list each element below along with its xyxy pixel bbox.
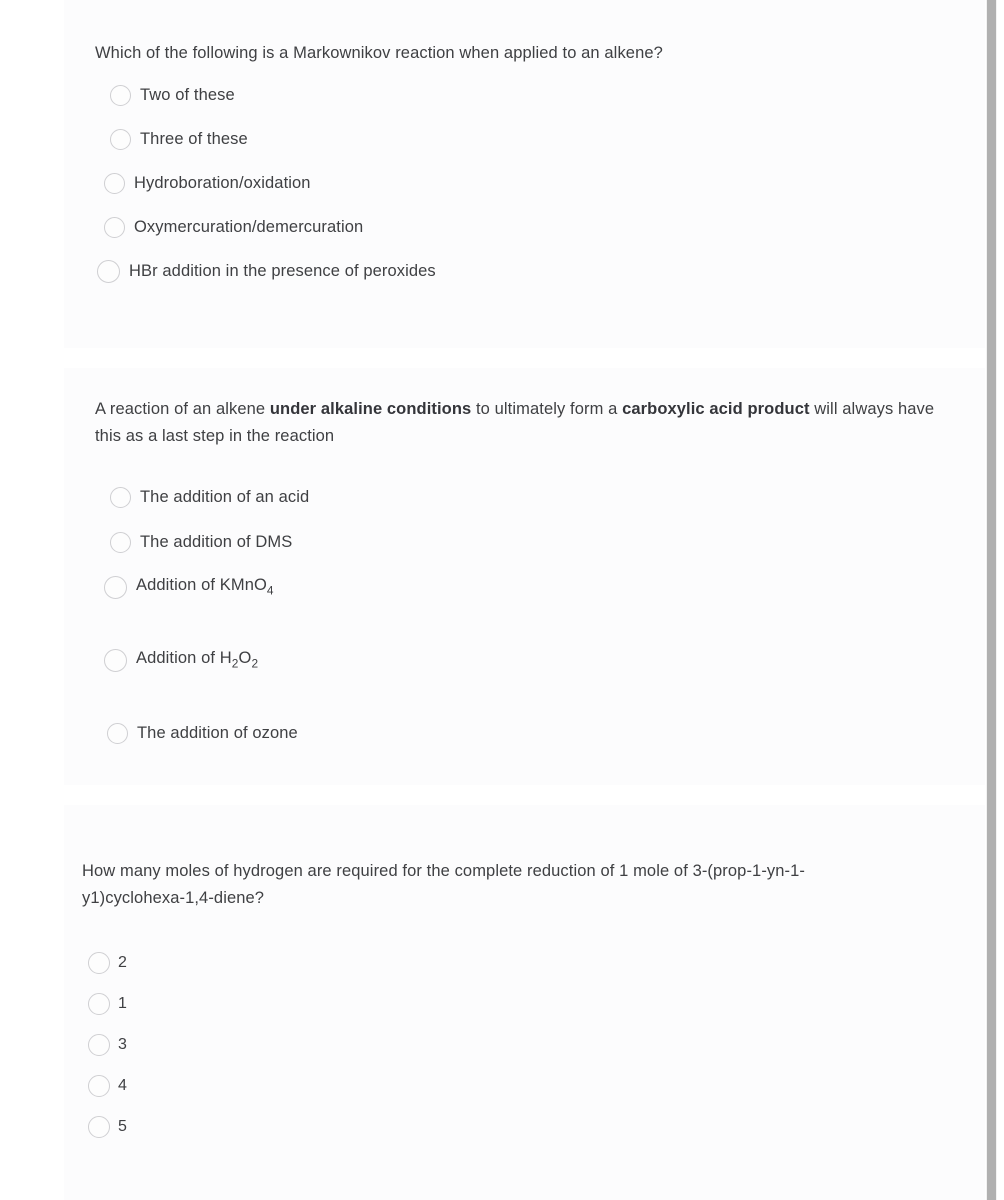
option-label: Hydroboration/oxidation xyxy=(134,173,311,192)
question-3-prompt: How many moles of hydrogen are required … xyxy=(82,862,806,907)
option-label: HBr addition in the presence of peroxide… xyxy=(129,261,436,280)
radio-button-icon[interactable] xyxy=(88,1116,110,1138)
option-label: The addition of an acid xyxy=(140,487,310,506)
option-row[interactable]: 1 xyxy=(88,991,902,1017)
option-row[interactable]: Three of these xyxy=(110,125,895,153)
radio-button-icon[interactable] xyxy=(88,952,110,974)
option-row[interactable]: Two of these xyxy=(110,81,895,109)
option-label: The addition of ozone xyxy=(137,723,298,742)
question-2-prompt: A reaction of an alkene under alkaline c… xyxy=(95,400,935,445)
radio-button-icon[interactable] xyxy=(107,722,128,744)
radio-button-icon[interactable] xyxy=(88,1034,110,1056)
question-1: Which of the following is a Markownikov … xyxy=(95,40,895,301)
option-row[interactable]: The addition of ozone xyxy=(107,718,940,748)
question-2-options: The addition of an acid The addition of … xyxy=(95,482,940,748)
option-label: Two of these xyxy=(140,85,235,104)
radio-button-icon[interactable] xyxy=(104,575,127,599)
option-row[interactable]: HBr addition in the presence of peroxide… xyxy=(97,257,895,285)
option-label: 5 xyxy=(118,1118,127,1135)
option-label: 3 xyxy=(118,1036,127,1053)
question-3: How many moles of hydrogen are required … xyxy=(80,858,902,1155)
radio-button-icon[interactable] xyxy=(104,172,125,194)
radio-button-icon[interactable] xyxy=(110,531,131,553)
option-row[interactable]: 3 xyxy=(88,1032,902,1058)
option-row[interactable]: Addition of H2O2 xyxy=(104,645,940,675)
option-label: Oxymercuration/demercuration xyxy=(134,217,364,236)
question-3-options: 2 1 3 4 5 xyxy=(80,950,902,1140)
option-row[interactable]: 5 xyxy=(88,1114,902,1140)
radio-button-icon[interactable] xyxy=(104,648,127,672)
radio-button-icon[interactable] xyxy=(88,1075,110,1097)
option-label: Addition of H2O2 xyxy=(136,649,259,671)
option-label: Three of these xyxy=(140,129,248,148)
radio-button-icon[interactable] xyxy=(110,84,131,106)
option-row[interactable]: 4 xyxy=(88,1073,902,1099)
question-1-options: Two of these Three of these Hydroboratio… xyxy=(95,81,895,285)
radio-button-icon[interactable] xyxy=(97,259,120,283)
option-label: Addition of KMnO4 xyxy=(136,576,274,598)
option-row[interactable]: The addition of an acid xyxy=(110,482,940,512)
option-row[interactable]: 2 xyxy=(88,950,902,976)
option-label: The addition of DMS xyxy=(140,532,293,551)
option-label: 4 xyxy=(118,1077,127,1094)
radio-button-icon[interactable] xyxy=(104,216,125,238)
option-row[interactable]: Hydroboration/oxidation xyxy=(104,169,895,197)
radio-button-icon[interactable] xyxy=(88,993,110,1015)
option-label: 2 xyxy=(118,954,127,971)
question-1-prompt: Which of the following is a Markownikov … xyxy=(95,44,663,62)
quiz-content: Which of the following is a Markownikov … xyxy=(0,0,986,1200)
radio-button-icon[interactable] xyxy=(110,486,131,508)
radio-button-icon[interactable] xyxy=(110,128,131,150)
option-row[interactable]: Addition of KMnO4 xyxy=(104,572,940,602)
option-row[interactable]: The addition of DMS xyxy=(110,527,940,557)
option-label: 1 xyxy=(118,995,127,1012)
question-2: A reaction of an alkene under alkaline c… xyxy=(95,396,940,748)
vertical-scrollbar-thumb[interactable] xyxy=(987,0,996,1200)
window-right-edge xyxy=(997,0,1004,1200)
option-row[interactable]: Oxymercuration/demercuration xyxy=(104,213,895,241)
